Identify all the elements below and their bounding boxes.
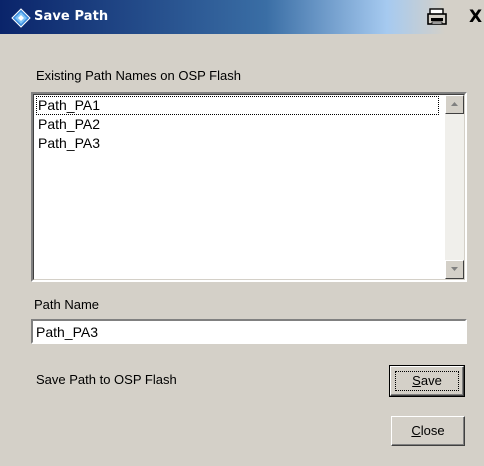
scroll-up-arrow-icon [451,102,458,106]
listbox-scrollbar[interactable] [445,95,464,279]
window-title: Save Path [34,9,109,24]
existing-paths-listbox[interactable]: Path_PA1 Path_PA2 Path_PA3 [31,92,467,282]
save-path-to-osp-flash-label: Save Path to OSP Flash [36,372,177,387]
list-item[interactable]: Path_PA1 [36,96,439,115]
close-label-rest: lose [420,423,445,438]
path-name-input[interactable] [33,321,465,342]
path-name-field-frame [31,319,467,344]
scroll-down-arrow-icon [451,267,458,271]
printer-icon[interactable] [426,6,448,28]
title-bar[interactable]: Save Path X [0,0,484,34]
app-diamond-icon [11,8,31,28]
scroll-up-button[interactable] [445,95,464,114]
close-mnemonic: C [411,423,421,438]
save-button[interactable]: Save [389,365,465,397]
list-item[interactable]: Path_PA3 [36,134,439,153]
save-label-rest: ave [420,373,442,388]
save-mnemonic: S [412,373,421,388]
existing-paths-list: Path_PA1 Path_PA2 Path_PA3 [36,96,439,153]
existing-paths-label: Existing Path Names on OSP Flash [36,68,241,83]
close-button[interactable]: Close [391,416,465,446]
close-icon[interactable]: X [469,6,484,28]
path-name-label: Path Name [34,297,100,312]
scroll-down-button[interactable] [445,260,464,279]
save-path-dialog: Save Path X Existing Path Names on OSP F… [0,0,484,466]
list-item[interactable]: Path_PA2 [36,115,439,134]
